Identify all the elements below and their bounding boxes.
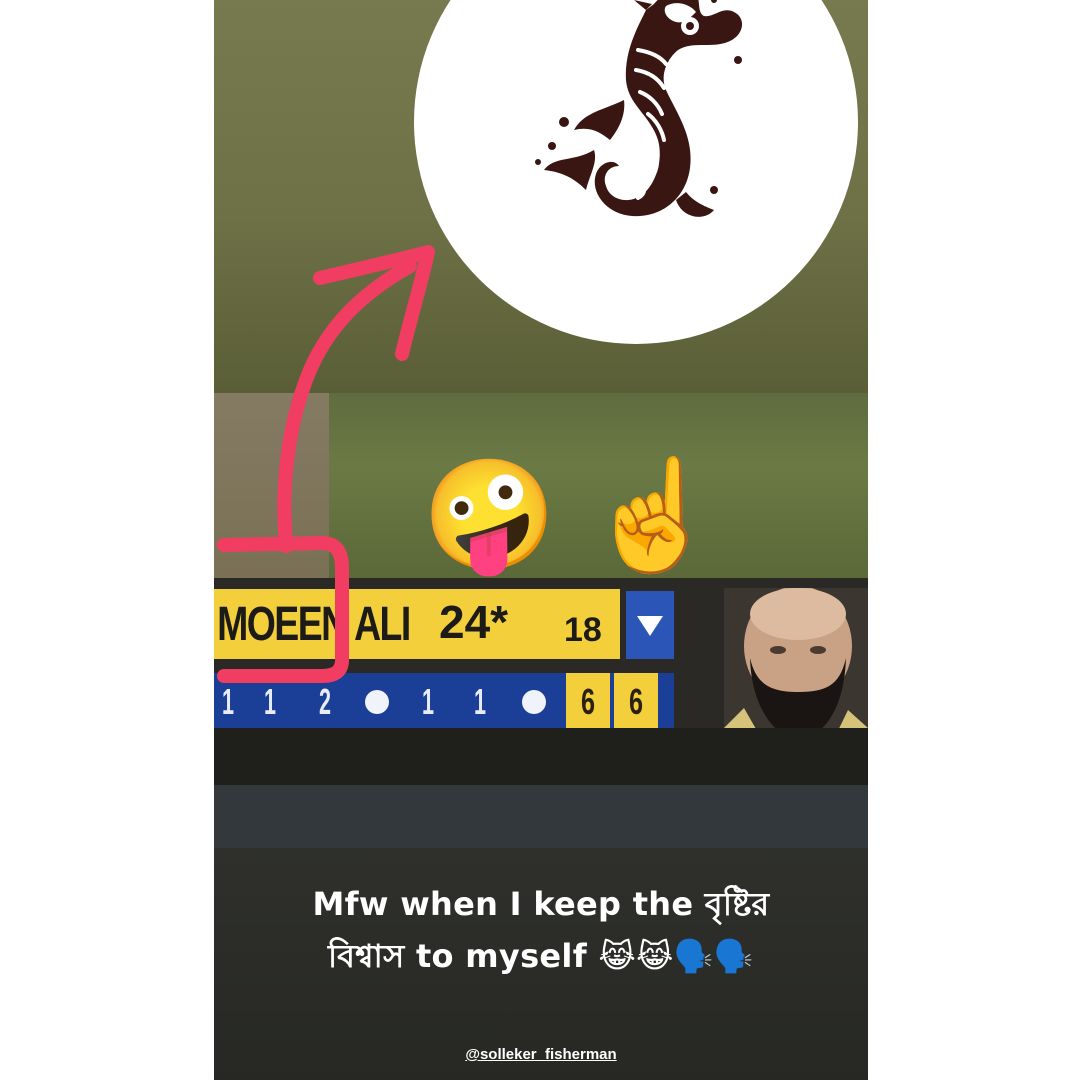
stand-pillar [214,393,329,578]
ball-result: 1 [421,681,435,722]
ball-result: 1 [473,681,487,722]
scoreboard-name-bar: MOEEN ALI 24* 18 [214,589,620,659]
player-photo [724,588,868,743]
player-face-icon [724,588,868,743]
broadcast-screenshot: MOEEN ALI 24* 18 1 1 2 1 1 6 6 [214,393,868,785]
story-frame: MOEEN ALI 24* 18 1 1 2 1 1 6 6 🤪 ☝️ Mfw … [214,0,868,1080]
ball-six: 6 [614,673,658,731]
seahorse-icon [535,0,742,217]
ball-dot [352,673,402,731]
username-link[interactable]: @solleker_fisherman [465,1046,616,1063]
caption-line-1: Mfw when I keep the বৃষ্টির [312,885,770,923]
lower-panel [214,785,868,848]
username-mention[interactable]: @solleker_fisherman [214,1046,868,1063]
ball-by-ball-row: 1 1 2 1 1 6 6 [214,673,674,731]
ball-result: 1 [221,681,235,722]
player-name: MOEEN ALI [217,597,411,651]
pointing-up-sticker[interactable]: ☝️ [586,462,720,570]
chevron-down-icon [637,616,663,636]
dot-ball-icon [522,690,546,714]
scoreboard-dropdown [626,591,674,659]
ball-six: 6 [566,673,610,731]
broadcast-bottom-strip [214,728,868,785]
zany-face-sticker[interactable]: 🤪 [422,462,556,570]
dot-ball-icon [365,690,389,714]
player-balls: 18 [564,611,602,649]
ball-result: 1 [263,681,277,722]
ball-dot [506,673,562,731]
profile-picture[interactable] [414,0,858,344]
story-caption: Mfw when I keep the বৃষ্টির বিশ্বাস to m… [214,878,868,982]
caption-line-2: বিশ্বাস to myself 😹😹🗣️🗣️ [327,937,755,975]
ball-result: 2 [318,681,332,722]
player-runs: 24* [439,596,509,648]
